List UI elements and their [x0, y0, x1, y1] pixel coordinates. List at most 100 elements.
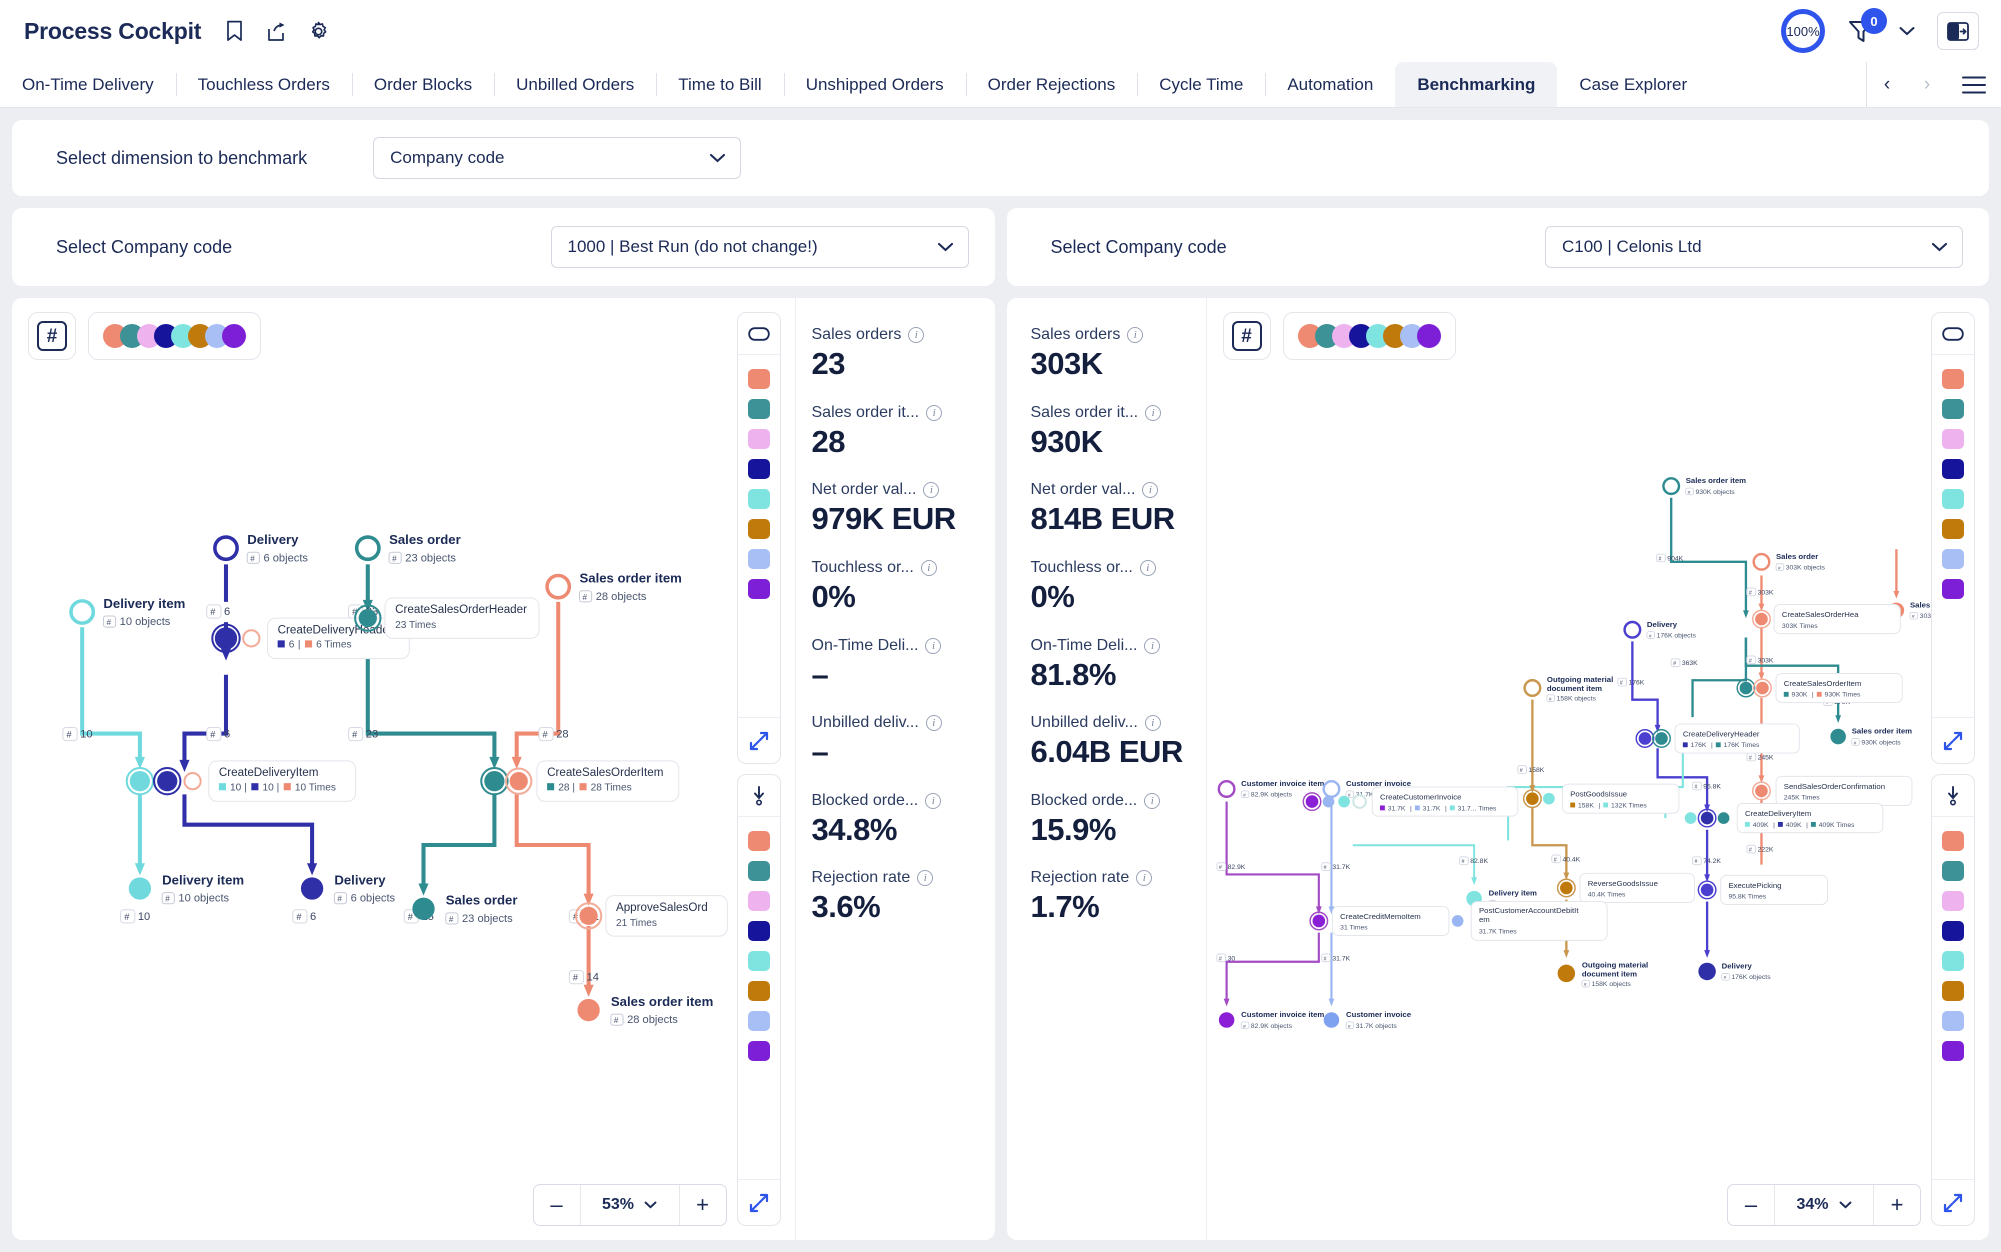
info-icon[interactable]: i	[1144, 792, 1161, 809]
expand-events-button[interactable]	[737, 1179, 780, 1225]
rail-swatch[interactable]	[1942, 369, 1964, 389]
info-icon[interactable]: i	[1139, 559, 1156, 576]
rail-swatch[interactable]	[747, 1041, 770, 1061]
rail-swatch[interactable]	[1942, 1011, 1964, 1031]
event-arrow-button[interactable]	[737, 775, 780, 817]
rail-swatch[interactable]	[1942, 399, 1964, 419]
info-icon[interactable]: i	[926, 404, 943, 421]
info-icon[interactable]: i	[925, 792, 942, 809]
left-zoom-in-button[interactable]: +	[680, 1185, 726, 1225]
right-zoom-out-button[interactable]: –	[1728, 1185, 1774, 1225]
left-zoom-out-button[interactable]: –	[534, 1185, 580, 1225]
info-icon[interactable]: i	[1145, 404, 1162, 421]
info-icon[interactable]: i	[920, 559, 937, 576]
rail-swatch[interactable]	[747, 831, 770, 851]
rail-swatch[interactable]	[1942, 981, 1964, 1001]
node-title: Delivery item	[103, 596, 185, 611]
object-shape-button[interactable]	[1932, 313, 1974, 355]
left-object-type-legend[interactable]	[88, 312, 261, 360]
right-object-type-legend[interactable]	[1282, 312, 1456, 360]
tab-menu-button[interactable]	[1947, 62, 2001, 107]
info-icon[interactable]: i	[1144, 637, 1161, 654]
tab-case-explorer[interactable]: Case Explorer	[1557, 62, 1709, 107]
rail-swatch[interactable]	[1942, 579, 1964, 599]
kpi-sales-orders: Sales orders i 303K	[1031, 326, 1206, 382]
right-zoom-value[interactable]: 34%	[1774, 1185, 1874, 1225]
expand-events-button[interactable]	[1932, 1179, 1974, 1225]
left-graph-canvas: Delivery # 6 objects Delivery item # 10 …	[62, 532, 728, 1026]
rail-swatch[interactable]	[747, 429, 770, 449]
rail-swatch[interactable]	[1942, 1041, 1964, 1061]
info-icon[interactable]: i	[923, 482, 940, 499]
tab-unshipped-orders[interactable]: Unshipped Orders	[783, 62, 966, 107]
tab-time-to-bill[interactable]: Time to Bill	[656, 62, 783, 107]
rail-swatch[interactable]	[747, 951, 770, 971]
rail-swatch[interactable]	[747, 399, 770, 419]
svg-text:#: #	[1748, 755, 1751, 761]
tab-next-button[interactable]: ›	[1907, 62, 1947, 108]
tab-automation[interactable]: Automation	[1265, 62, 1395, 107]
legend-swatch[interactable]	[217, 319, 251, 353]
rail-swatch[interactable]	[1942, 861, 1964, 881]
object-count-toggle-button[interactable]: #	[28, 312, 76, 360]
info-icon[interactable]: i	[925, 637, 942, 654]
activity-sub: 95.8K Times	[1728, 894, 1766, 901]
dimension-select[interactable]: Company code	[373, 137, 742, 179]
info-icon[interactable]: i	[1136, 870, 1153, 887]
object-count-toggle-button[interactable]: #	[1222, 312, 1271, 360]
rail-swatch[interactable]	[1942, 459, 1964, 479]
rail-swatch[interactable]	[747, 549, 770, 569]
rail-swatch[interactable]	[747, 369, 770, 389]
bookmark-icon[interactable]	[223, 20, 245, 42]
right-zoom-in-button[interactable]: +	[1874, 1185, 1920, 1225]
tab-benchmarking[interactable]: Benchmarking	[1395, 62, 1558, 107]
toggle-side-panel-button[interactable]	[1937, 12, 1979, 50]
share-icon[interactable]	[265, 20, 287, 42]
rail-swatch[interactable]	[1942, 831, 1964, 851]
expand-objects-button[interactable]	[1932, 717, 1974, 763]
rail-swatch[interactable]	[1942, 951, 1964, 971]
object-shape-button[interactable]	[737, 313, 780, 355]
rail-swatch[interactable]	[1942, 519, 1964, 539]
right-rail-swatch-list	[1942, 355, 1964, 717]
rail-swatch[interactable]	[1942, 429, 1964, 449]
info-icon[interactable]: i	[908, 327, 925, 343]
info-icon[interactable]: i	[925, 715, 942, 732]
event-arrow-button[interactable]	[1932, 775, 1974, 817]
left-company-code-select[interactable]: 1000 | Best Run (do not change!)	[550, 226, 969, 268]
rail-swatch[interactable]	[1942, 921, 1964, 941]
gear-icon[interactable]	[307, 20, 329, 42]
rail-swatch[interactable]	[747, 1011, 770, 1031]
rail-swatch[interactable]	[1942, 891, 1964, 911]
legend-swatch[interactable]	[1411, 319, 1446, 353]
rail-swatch[interactable]	[747, 459, 770, 479]
rail-swatch[interactable]	[747, 489, 770, 509]
right-company-code-select[interactable]: C100 | Celonis Ltd	[1545, 226, 1963, 268]
tab-unbilled-orders[interactable]: Unbilled Orders	[494, 62, 656, 107]
info-icon[interactable]: i	[1127, 327, 1144, 343]
rail-swatch[interactable]	[747, 861, 770, 881]
left-process-graph[interactable]: Delivery # 6 objects Delivery item # 10 …	[12, 298, 795, 1240]
completion-ring[interactable]: 100%	[1781, 9, 1825, 53]
rail-swatch[interactable]	[747, 579, 770, 599]
rail-swatch[interactable]	[1942, 489, 1964, 509]
rail-swatch[interactable]	[747, 921, 770, 941]
rail-swatch[interactable]	[747, 981, 770, 1001]
expand-objects-button[interactable]	[737, 717, 780, 763]
tab-cycle-time[interactable]: Cycle Time	[1137, 62, 1265, 107]
tab-on-time-delivery[interactable]: On-Time Delivery	[0, 62, 176, 107]
filter-control[interactable]: 0	[1847, 8, 1915, 45]
tab-order-blocks[interactable]: Order Blocks	[351, 62, 494, 107]
edge-count-chip: #82.9K	[1215, 862, 1245, 871]
info-icon[interactable]: i	[1142, 482, 1159, 499]
tab-order-rejections[interactable]: Order Rejections	[965, 62, 1138, 107]
info-icon[interactable]: i	[917, 870, 934, 887]
right-process-graph[interactable]: Sales order # 303K objects Sales orde	[1207, 298, 1990, 1240]
rail-swatch[interactable]	[747, 891, 770, 911]
tab-touchless-orders[interactable]: Touchless Orders	[175, 62, 352, 107]
left-zoom-value[interactable]: 53%	[579, 1185, 680, 1225]
rail-swatch[interactable]	[747, 519, 770, 539]
rail-swatch[interactable]	[1942, 549, 1964, 569]
info-icon[interactable]: i	[1144, 715, 1161, 732]
tab-prev-button[interactable]: ‹	[1867, 62, 1907, 108]
